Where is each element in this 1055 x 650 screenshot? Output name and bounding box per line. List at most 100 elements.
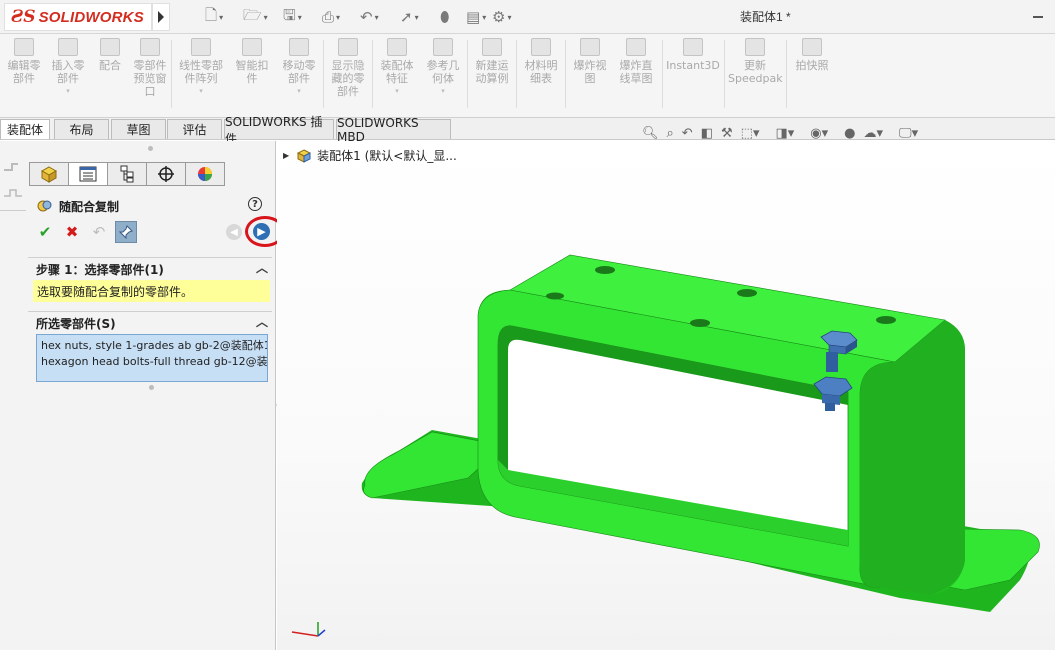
section-view-icon[interactable]: ◧ (701, 126, 713, 141)
graphics-viewport[interactable] (277, 141, 1055, 650)
expand-arrow-icon[interactable]: ▶ (283, 151, 289, 160)
tab-sketch[interactable]: 草图 (111, 119, 166, 139)
tab-dimxpert-manager[interactable] (146, 162, 186, 186)
select-button[interactable]: ➚ ▾ (400, 6, 419, 28)
selected-components-header[interactable]: 所选零部件(S) ︿ (28, 311, 272, 331)
cancel-x-icon[interactable]: ✖ (61, 221, 83, 243)
ribbon-label: 新建运 动算例 (475, 59, 509, 85)
tab-configuration-manager[interactable] (107, 162, 147, 186)
tab-property-manager[interactable] (68, 162, 108, 186)
tab-assembly[interactable]: 装配体 (0, 119, 50, 139)
ribbon-bom[interactable]: 材料明 细表 (520, 38, 562, 85)
save-button[interactable]: 🖫 ▾ (283, 6, 302, 28)
save-icon: 🖫 (283, 5, 296, 24)
selected-components-list[interactable]: hex nuts, style 1-grades ab gb-2@装配体1 he… (36, 334, 268, 382)
ribbon-motion-study[interactable]: 新建运 动算例 (471, 38, 513, 85)
tab-feature-tree[interactable] (29, 162, 69, 186)
3d-model-view[interactable] (277, 141, 1055, 650)
file-properties-button[interactable]: ▤ ▾ (466, 6, 486, 28)
dynamic-annotation-icon[interactable]: ⚒ (721, 126, 733, 141)
ribbon-label: 装配体 特征 (380, 59, 414, 85)
menu-expand-button[interactable] (152, 3, 170, 31)
apply-scene-icon[interactable]: ☁▾ (864, 126, 884, 141)
ribbon-edit-component[interactable]: 编辑零 部件 (4, 38, 44, 85)
tab-layout[interactable]: 布局 (54, 119, 109, 139)
gear-icon: ⚙ (492, 8, 506, 26)
coordinate-triad (291, 622, 326, 637)
ribbon-separator (662, 40, 663, 108)
ribbon-instant3d[interactable]: Instant3D (665, 38, 721, 72)
undo-button[interactable]: ↶ ▾ (360, 6, 379, 28)
flyout-feature-tree[interactable]: ▶ 装配体1 (默认<默认_显... (283, 147, 457, 164)
ribbon-explode-line-sketch[interactable]: 爆炸直 线草图 (614, 38, 658, 85)
ribbon-label: 显示隐 藏的零 部件 (331, 59, 365, 98)
tree-root-label: 装配体1 (默认<默认_显... (317, 149, 457, 163)
ribbon-preview-window[interactable]: 零部件 预览窗口 (130, 38, 170, 98)
heads-up-toolbar: 🔍︎ ⌕ ↶ ◧ ⚒ ⬚▾ ◨▾ ◉▾ ● ☁▾ 🖵▾ (642, 123, 918, 143)
ribbon-separator (467, 40, 468, 108)
document-title: 装配体1 * (740, 10, 791, 24)
list-item[interactable]: hexagon head bolts-full thread gb-12@装配 (41, 354, 267, 370)
view-settings-icon[interactable]: 🖵▾ (899, 126, 918, 141)
hide-show-items-icon[interactable]: ◉▾ (810, 126, 828, 141)
smart-fastener-icon (242, 38, 262, 56)
collapse-chevron-icon[interactable]: ︿ (256, 313, 268, 330)
ribbon-separator (724, 40, 725, 108)
tab-solidworks-addins[interactable]: SOLIDWORKS 插件 (224, 115, 334, 146)
zoom-to-fit-icon[interactable]: 🔍︎ (642, 126, 659, 141)
undo-icon: ↶ (360, 8, 373, 26)
ribbon-label: 材料明 细表 (524, 59, 558, 85)
ribbon-linear-pattern[interactable]: 线性零部 件阵列 ▾ (174, 38, 228, 98)
collapse-chevron-icon[interactable]: ︿ (256, 259, 268, 276)
ribbon-insert-component[interactable]: 插入零 部件 ▾ (48, 38, 88, 98)
back-arrow-icon[interactable]: ◀ (226, 224, 242, 240)
ok-checkmark-icon[interactable]: ✔ (34, 221, 56, 243)
ribbon-assembly-feature[interactable]: 装配体 特征 ▾ (376, 38, 418, 98)
property-list-icon (79, 166, 97, 182)
rebuild-button[interactable]: ⬮ (440, 6, 449, 28)
chevron-down-icon: ▾ (441, 87, 445, 95)
open-button[interactable]: 🗁 ▾ (243, 6, 268, 28)
step1-message: 选取要随配合复制的零部件。 (33, 280, 270, 302)
tab-solidworks-mbd[interactable]: SOLIDWORKS MBD (336, 116, 451, 144)
ribbon-smart-fastener[interactable]: 智能扣件 (232, 38, 272, 85)
ribbon-exploded-view[interactable]: 爆炸视图 (569, 38, 611, 85)
step1-section-header[interactable]: 步骤 1：选择零部件(1) ︿ (28, 257, 272, 277)
help-icon[interactable]: ? (248, 197, 262, 211)
list-resize-grip[interactable] (149, 385, 154, 390)
rebuild-icon: ⬮ (440, 8, 450, 26)
print-button[interactable]: ⎙ ▾ (322, 6, 340, 28)
view-orientation-icon[interactable]: ⬚▾ (741, 126, 760, 141)
tab-evaluate[interactable]: 评估 (167, 119, 222, 139)
display-style-icon[interactable]: ◨▾ (775, 126, 794, 141)
chevron-down-icon: ▾ (297, 87, 301, 95)
ribbon-show-hidden[interactable]: 显示隐 藏的零 部件 (327, 38, 369, 98)
previous-view-icon[interactable]: ↶ (682, 126, 693, 141)
instant3d-icon (683, 38, 703, 56)
pushpin-icon[interactable] (115, 221, 137, 243)
ribbon-reference-geometry[interactable]: 参考几 何体 ▾ (422, 38, 464, 98)
solidworks-logo[interactable]: ƧS SOLIDWORKS (4, 3, 152, 31)
property-manager-title-text: 随配合复制 (59, 199, 120, 214)
edit-appearance-icon[interactable]: ● (844, 126, 855, 141)
speedpak-icon (745, 38, 765, 56)
panel-grip-dot[interactable] (148, 146, 153, 151)
ribbon-move-component[interactable]: 移动零 部件 ▾ (278, 38, 320, 98)
ribbon-speedpak[interactable]: 更新 Speedpak (728, 38, 783, 85)
zoom-to-area-icon[interactable]: ⌕ (667, 126, 674, 141)
exploded-view-icon (580, 38, 600, 56)
configuration-icon (120, 165, 134, 183)
ribbon-snapshot[interactable]: 拍快照 (790, 38, 834, 72)
side-strip-icons[interactable] (0, 156, 28, 216)
ds-logo-icon: ƧS (11, 7, 36, 27)
tab-display-manager[interactable] (185, 162, 225, 186)
ribbon-label: 更新 Speedpak (728, 59, 783, 85)
snapshot-icon (802, 38, 822, 56)
ribbon-mate[interactable]: 配合 (92, 38, 128, 72)
bom-icon (531, 38, 551, 56)
new-document-button[interactable]: 🗋 ▾ (205, 6, 223, 28)
minimize-icon[interactable] (1033, 16, 1043, 18)
list-item[interactable]: hex nuts, style 1-grades ab gb-2@装配体1 (41, 338, 267, 354)
undo-icon[interactable]: ↶ (88, 221, 110, 243)
options-button[interactable]: ⚙ ▾ (492, 6, 511, 28)
